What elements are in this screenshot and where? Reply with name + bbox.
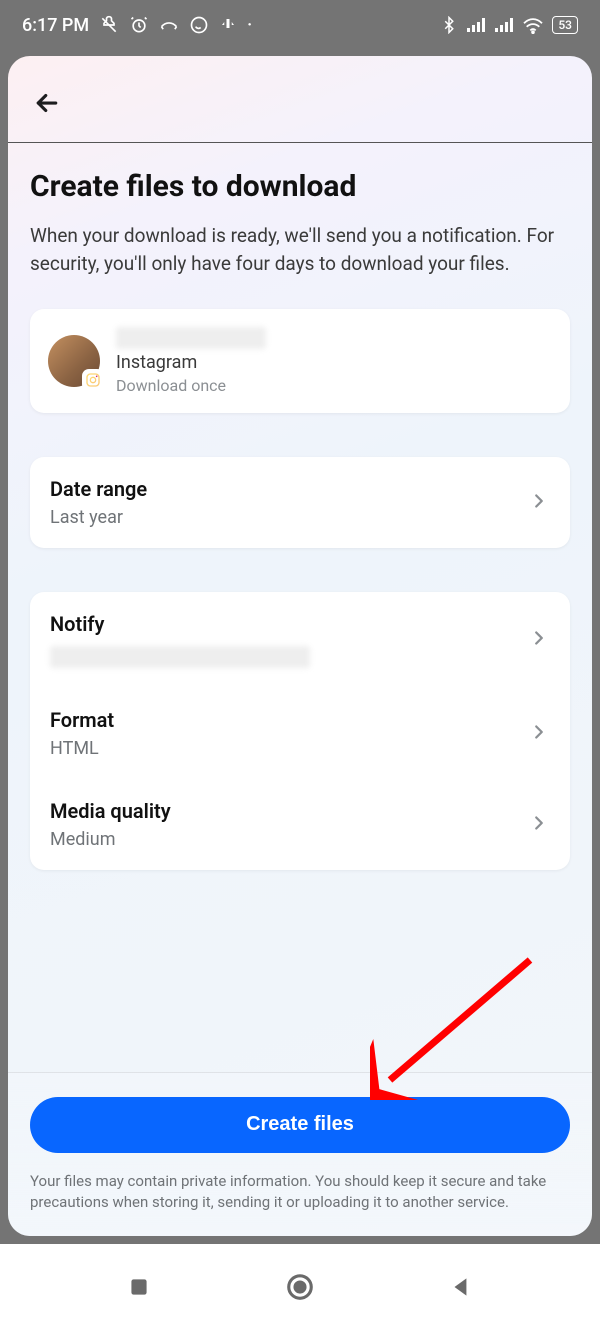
nav-back-button[interactable] [448, 1274, 474, 1304]
avatar [48, 335, 100, 387]
bottom-area: Create files Your files may contain priv… [8, 1072, 592, 1237]
back-button[interactable] [30, 86, 64, 120]
account-platform: Instagram [116, 352, 266, 373]
alarm-icon [129, 15, 149, 35]
mute-icon [99, 15, 119, 35]
android-nav-bar [0, 1244, 600, 1333]
wifi-icon [522, 16, 544, 34]
signal-icon-1 [466, 17, 486, 33]
page-description: When your download is ready, we'll send … [30, 222, 570, 277]
media-quality-row[interactable]: Media quality Medium [30, 779, 570, 870]
chevron-right-icon [528, 812, 550, 838]
battery-indicator: 53 [552, 16, 578, 34]
whatsapp-icon [189, 15, 209, 35]
network-icon [219, 16, 237, 34]
chevron-right-icon [528, 627, 550, 653]
media-quality-label: Media quality [50, 799, 171, 823]
chevron-right-icon [528, 721, 550, 747]
create-files-button[interactable]: Create files [30, 1097, 570, 1153]
status-dot: · [247, 15, 252, 36]
format-value: HTML [50, 738, 114, 759]
notify-row[interactable]: Notify [30, 592, 570, 688]
disclaimer-text: Your files may contain private informati… [30, 1171, 570, 1215]
page-title: Create files to download [30, 169, 570, 204]
account-username-redacted [116, 327, 266, 349]
options-card: Notify Format HTML [30, 592, 570, 870]
chevron-right-icon [528, 490, 550, 516]
status-bar: 6:17 PM · [0, 0, 600, 50]
status-left: 6:17 PM · [22, 15, 252, 36]
signal-icon-2 [494, 17, 514, 33]
content-area: Create files to download When your downl… [8, 143, 592, 1072]
notify-value-redacted [50, 646, 310, 668]
format-label: Format [50, 708, 114, 732]
instagram-badge-icon [82, 369, 104, 391]
missed-call-icon [159, 15, 179, 35]
nav-home-button[interactable] [285, 1272, 315, 1306]
notify-label: Notify [50, 612, 310, 636]
status-time: 6:17 PM [22, 15, 89, 36]
status-right: 53 [440, 16, 578, 34]
bluetooth-icon [440, 16, 458, 34]
account-text: Instagram Download once [116, 327, 266, 395]
date-range-row[interactable]: Date range Last year [30, 457, 570, 548]
nav-recents-button[interactable] [126, 1274, 152, 1304]
media-quality-value: Medium [50, 829, 171, 850]
account-subtext: Download once [116, 376, 266, 395]
date-range-label: Date range [50, 477, 147, 501]
date-range-card: Date range Last year [30, 457, 570, 548]
battery-percent: 53 [558, 18, 572, 32]
app-surface: Create files to download When your downl… [8, 56, 592, 1236]
format-row[interactable]: Format HTML [30, 688, 570, 779]
phone-frame: 6:17 PM · [0, 0, 600, 1244]
date-range-value: Last year [50, 507, 147, 528]
account-card[interactable]: Instagram Download once [30, 309, 570, 413]
header-row [8, 56, 592, 142]
